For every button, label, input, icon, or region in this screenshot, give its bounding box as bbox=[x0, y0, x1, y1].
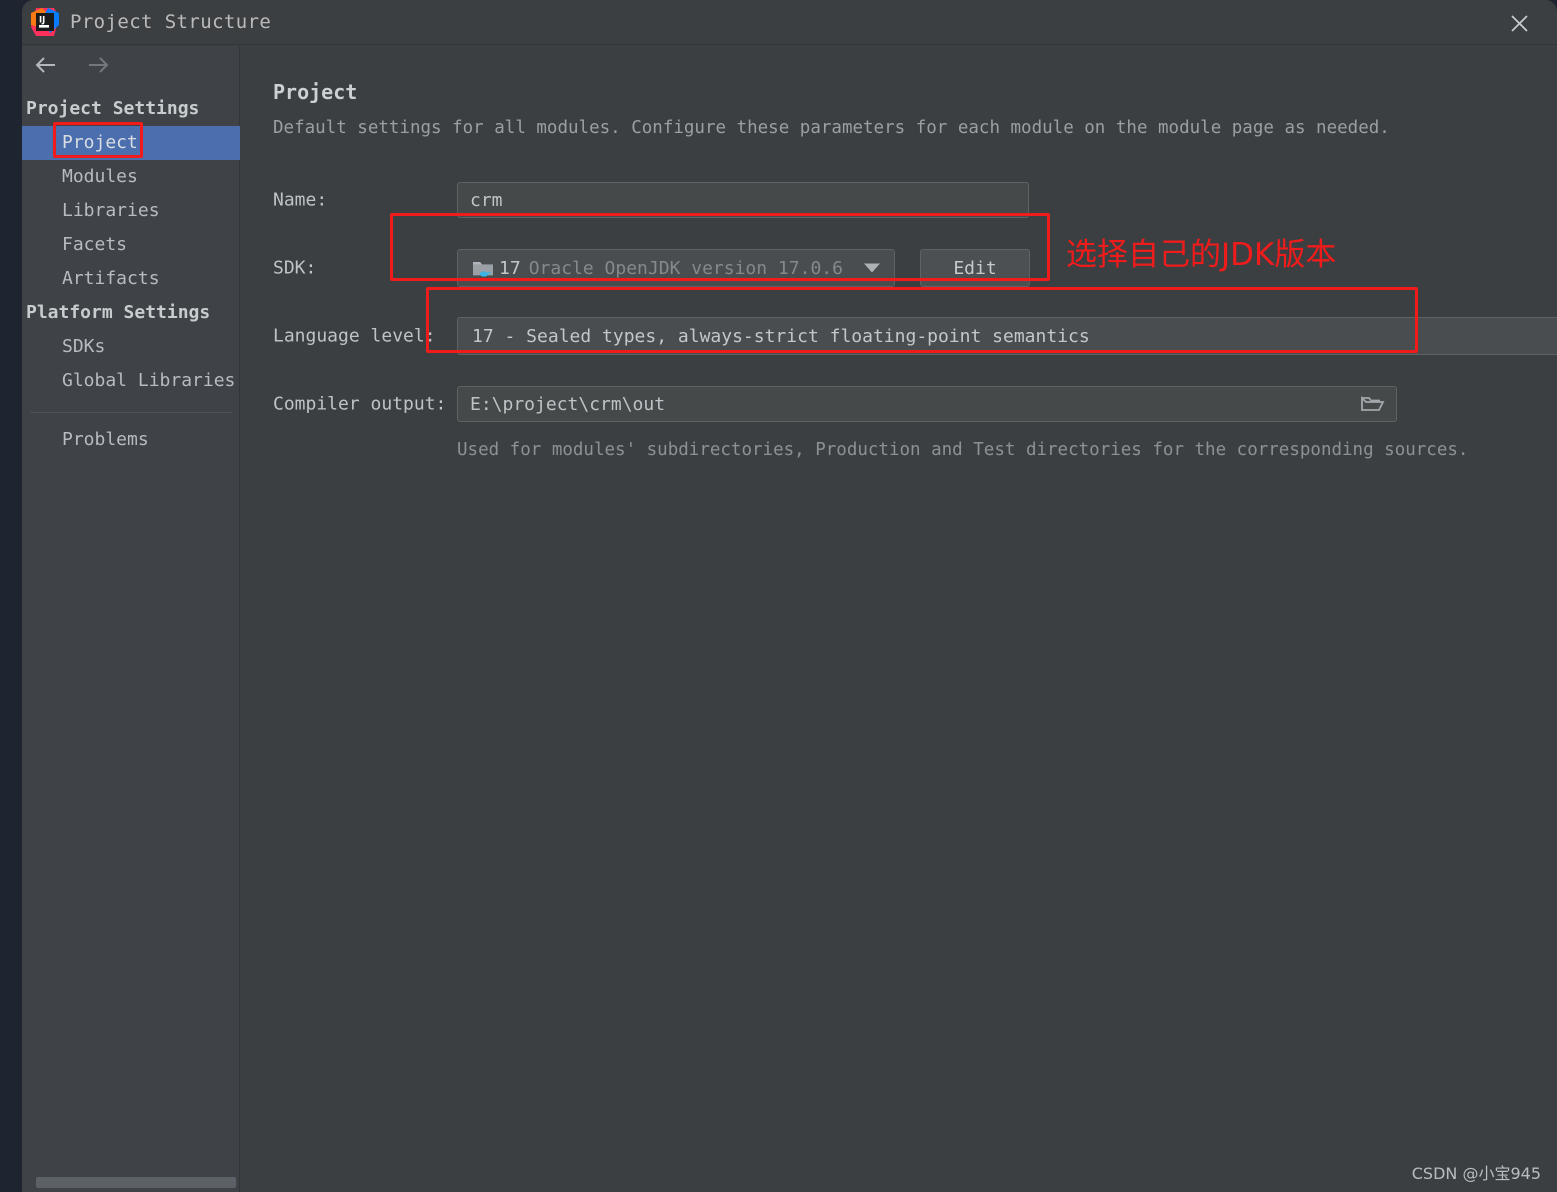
compiler-output-value: E:\project\crm\out bbox=[470, 393, 666, 415]
sdk-label: SDK: bbox=[273, 257, 317, 279]
sdk-dropdown[interactable]: 17 Oracle OpenJDK version 17.0.6 bbox=[457, 249, 895, 287]
sidebar-item-modules[interactable]: Modules bbox=[22, 160, 240, 194]
sidebar-horizontal-scrollbar[interactable] bbox=[36, 1177, 236, 1188]
language-level-dropdown[interactable]: 17 - Sealed types, always-strict floatin… bbox=[457, 317, 1557, 355]
window-title: Project Structure bbox=[70, 11, 272, 33]
name-input-value: crm bbox=[470, 189, 503, 211]
sidebar-item-label: Modules bbox=[62, 166, 138, 187]
sidebar-item-sdks[interactable]: SDKs bbox=[22, 330, 240, 364]
sidebar-item-project[interactable]: Project bbox=[22, 126, 240, 160]
svg-text:IJ: IJ bbox=[39, 16, 45, 26]
name-label: Name: bbox=[273, 189, 328, 211]
arrow-left-icon[interactable] bbox=[33, 52, 59, 78]
csdn-watermark: CSDN @小宝945 bbox=[1411, 1164, 1541, 1183]
language-level-label: Language level: bbox=[273, 325, 436, 347]
compiler-output-label: Compiler output: bbox=[273, 393, 447, 415]
settings-sidebar: Project Settings Project Modules Librari… bbox=[22, 46, 240, 1192]
tree-group-platform-settings: Platform Settings bbox=[26, 302, 211, 323]
page-description: Default settings for all modules. Config… bbox=[273, 118, 1390, 138]
compiler-output-row: Compiler output: E:\project\crm\out bbox=[240, 370, 1557, 438]
screenshot-root: IJ Project Structure Project Settings Pr… bbox=[0, 0, 1557, 1192]
page-title: Project bbox=[273, 80, 358, 104]
title-bar: IJ Project Structure bbox=[22, 0, 1557, 45]
sidebar-divider bbox=[30, 412, 232, 413]
project-structure-dialog: IJ Project Structure Project Settings Pr… bbox=[22, 0, 1557, 1192]
name-row: Name: crm bbox=[240, 166, 1557, 234]
compiler-output-helper: Used for modules' subdirectories, Produc… bbox=[457, 440, 1469, 460]
project-settings-panel: Project Default settings for all modules… bbox=[240, 46, 1557, 1192]
sidebar-item-label: SDKs bbox=[62, 336, 106, 357]
sidebar-item-problems[interactable]: Problems bbox=[22, 423, 240, 457]
chevron-down-icon bbox=[864, 263, 880, 273]
sdk-row: SDK: 17 Oracle OpenJDK version 17.0.6 Ed… bbox=[240, 234, 1557, 302]
sidebar-item-label: Project bbox=[62, 132, 138, 153]
sidebar-item-artifacts[interactable]: Artifacts bbox=[22, 262, 240, 296]
edit-sdk-button[interactable]: Edit bbox=[920, 249, 1030, 287]
sdk-version: 17 bbox=[499, 257, 521, 279]
sidebar-item-label: Global Libraries bbox=[62, 370, 236, 391]
settings-tree: Project Settings Project Modules Librari… bbox=[22, 92, 240, 457]
sidebar-item-label: Problems bbox=[62, 429, 149, 450]
sidebar-item-label: Libraries bbox=[62, 200, 160, 221]
dialog-body: Project Settings Project Modules Librari… bbox=[22, 46, 1557, 1192]
name-input[interactable]: crm bbox=[457, 182, 1029, 218]
sdk-description: Oracle OpenJDK version 17.0.6 bbox=[528, 257, 843, 279]
sidebar-item-libraries[interactable]: Libraries bbox=[22, 194, 240, 228]
close-icon[interactable] bbox=[1503, 7, 1535, 39]
edit-button-label: Edit bbox=[953, 257, 997, 279]
intellij-idea-logo-icon: IJ bbox=[28, 5, 62, 39]
language-level-value: 17 - Sealed types, always-strict floatin… bbox=[472, 325, 1090, 347]
project-form: Name: crm SDK: 17 Oracle OpenJDK version… bbox=[240, 166, 1557, 468]
navigation-arrows bbox=[33, 52, 111, 78]
sidebar-item-label: Facets bbox=[62, 234, 128, 255]
sidebar-item-label: Artifacts bbox=[62, 268, 160, 289]
language-level-row: Language level: 17 - Sealed types, alway… bbox=[240, 302, 1557, 370]
tree-group-project-settings: Project Settings bbox=[26, 98, 200, 119]
arrow-right-icon[interactable] bbox=[85, 52, 111, 78]
jdk-folder-icon bbox=[472, 258, 494, 278]
compiler-helper-row: Used for modules' subdirectories, Produc… bbox=[240, 438, 1557, 468]
sidebar-item-global-libraries[interactable]: Global Libraries bbox=[22, 364, 240, 398]
compiler-output-input[interactable]: E:\project\crm\out bbox=[457, 386, 1397, 422]
folder-icon[interactable] bbox=[1360, 393, 1386, 415]
sidebar-item-facets[interactable]: Facets bbox=[22, 228, 240, 262]
